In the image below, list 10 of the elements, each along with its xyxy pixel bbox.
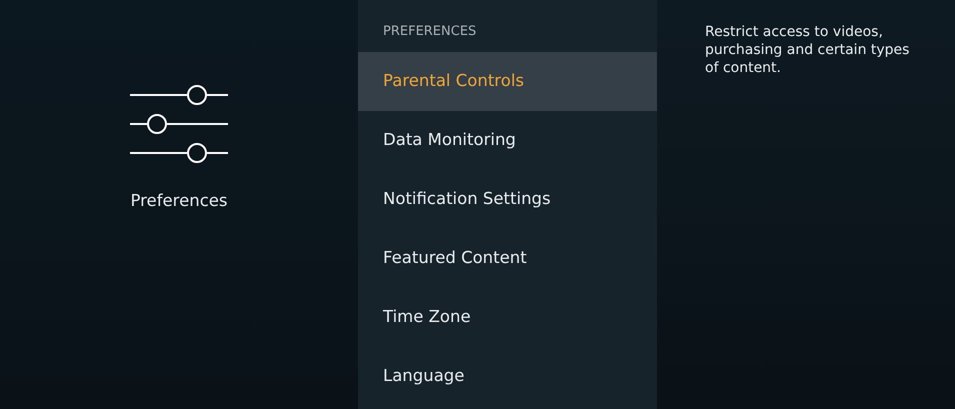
menu-item[interactable]: Language (358, 347, 657, 406)
menu-item[interactable]: Time Zone (358, 288, 657, 347)
menu-item[interactable]: Parental Controls (358, 52, 657, 111)
menu-item[interactable]: Notification Settings (358, 170, 657, 229)
sliders-icon (129, 83, 229, 165)
menu-header: PREFERENCES (382, 23, 478, 41)
category-label: Preferences (130, 190, 228, 212)
description-text: Restrict access to videos, purchasing and certain types of content. (704, 23, 910, 78)
menu-item[interactable]: Data Monitoring (358, 111, 657, 170)
menu-item[interactable]: Featured Content (358, 229, 657, 288)
